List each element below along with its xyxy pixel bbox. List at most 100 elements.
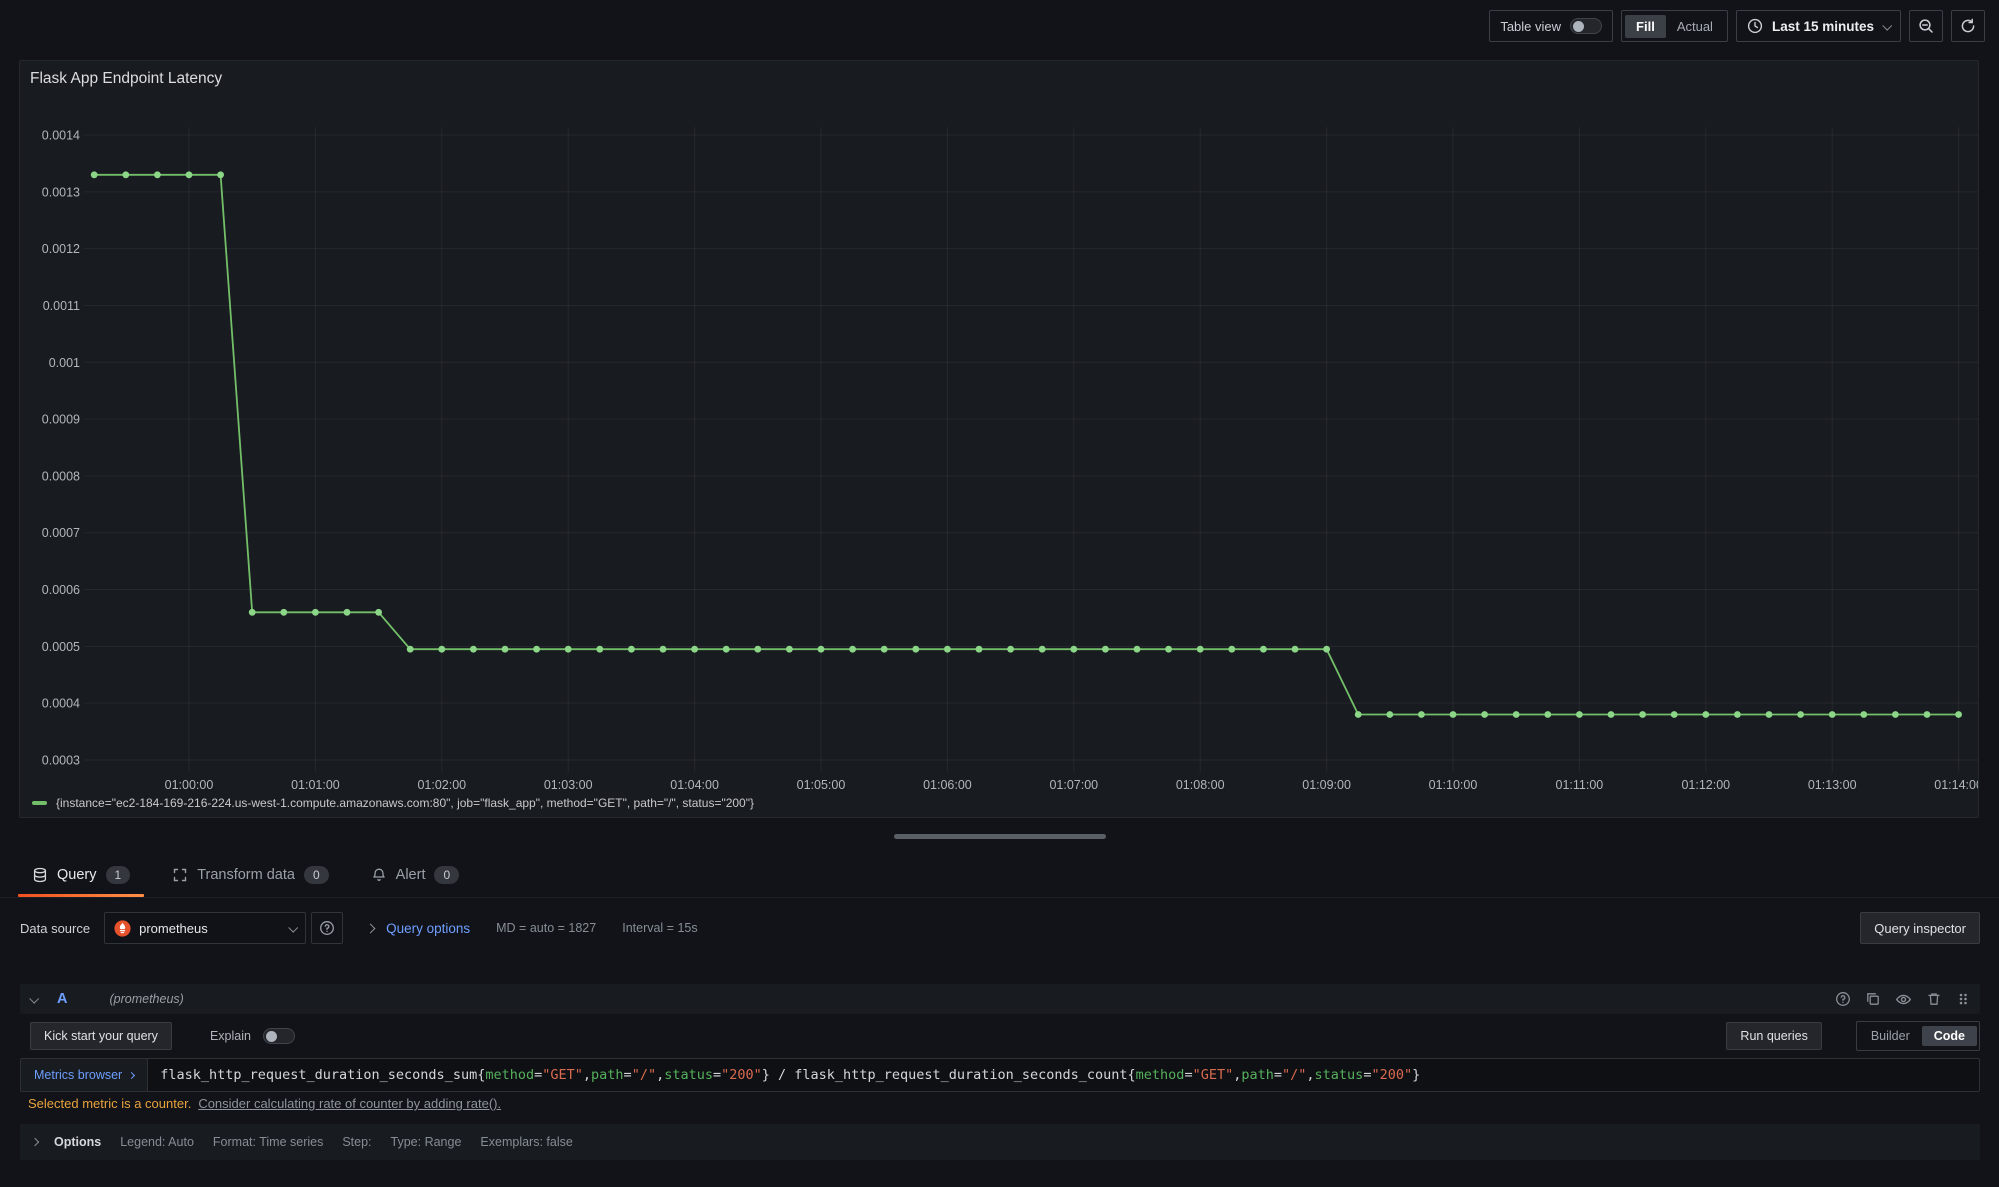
- svg-text:01:09:00: 01:09:00: [1302, 778, 1351, 792]
- datasource-help-button[interactable]: [311, 912, 343, 944]
- svg-text:01:11:00: 01:11:00: [1556, 778, 1604, 792]
- query-row-actions: [1835, 991, 1970, 1008]
- query-options-row[interactable]: Options Legend: Auto Format: Time series…: [20, 1124, 1980, 1160]
- counter-warning-row: Selected metric is a counter. Consider c…: [28, 1096, 501, 1111]
- builder-code-group: Builder Code: [1856, 1021, 1980, 1051]
- options-exemplars: Exemplars: false: [480, 1135, 572, 1149]
- explain-toggle[interactable]: [263, 1028, 295, 1044]
- svg-text:01:01:00: 01:01:00: [291, 778, 340, 792]
- query-ref-datasource: (prometheus): [109, 992, 183, 1006]
- options-title: Options: [54, 1135, 101, 1149]
- magnifier-minus-icon: [1918, 18, 1934, 34]
- tab-transform-label: Transform data: [197, 867, 295, 883]
- datasource-select[interactable]: prometheus: [104, 912, 306, 944]
- fill-actual-group: Fill Actual: [1621, 10, 1728, 42]
- toggle-knob: [266, 1031, 277, 1042]
- svg-text:0.0014: 0.0014: [42, 129, 80, 143]
- svg-text:01:07:00: 01:07:00: [1049, 778, 1098, 792]
- legend-series[interactable]: {instance="ec2-184-169-216-224.us-west-1…: [32, 796, 754, 810]
- latency-panel: Flask App Endpoint Latency 0.0014 0.0013 0…: [19, 60, 1979, 818]
- svg-text:0.0003: 0.0003: [42, 754, 80, 768]
- options-summary: Legend: Auto Format: Time series Step: T…: [120, 1135, 573, 1149]
- tab-alert[interactable]: Alert 0: [357, 852, 474, 897]
- query-ref-id[interactable]: A: [57, 991, 67, 1007]
- table-view-group: Table view: [1489, 10, 1613, 42]
- zoom-out-button[interactable]: [1909, 10, 1943, 42]
- prometheus-icon: [114, 920, 131, 937]
- time-range-picker[interactable]: Last 15 minutes: [1736, 10, 1901, 42]
- query-ref-row: A (prometheus): [20, 984, 1980, 1014]
- panel-title: Flask App Endpoint Latency: [30, 70, 222, 88]
- actual-button[interactable]: Actual: [1666, 15, 1724, 38]
- promql-query: flask_http_request_duration_seconds_sum{…: [160, 1067, 1420, 1083]
- refresh-button[interactable]: [1951, 10, 1985, 42]
- legend-swatch: [32, 801, 47, 805]
- add-rate-link[interactable]: Consider calculating rate of counter by …: [198, 1096, 501, 1111]
- bell-icon: [371, 867, 387, 883]
- time-range-label: Last 15 minutes: [1772, 19, 1874, 34]
- transform-icon: [172, 867, 188, 883]
- svg-text:0.0013: 0.0013: [42, 185, 80, 199]
- options-legend: Legend: Auto: [120, 1135, 194, 1149]
- editor-splitter-handle[interactable]: [894, 834, 1106, 839]
- legend-label: {instance="ec2-184-169-216-224.us-west-1…: [56, 796, 754, 810]
- interval-text: Interval = 15s: [622, 921, 697, 935]
- promql-editor-row: Metrics browser flask_http_request_durat…: [20, 1058, 1980, 1092]
- svg-text:0.001: 0.001: [49, 356, 80, 370]
- svg-text:01:04:00: 01:04:00: [670, 778, 719, 792]
- tab-alert-badge: 0: [434, 866, 459, 884]
- query-inspector-button[interactable]: Query inspector: [1860, 912, 1980, 944]
- svg-text:01:13:00: 01:13:00: [1808, 778, 1857, 792]
- editor-tabs: Query 1 Transform data 0 Alert 0: [0, 852, 1999, 898]
- question-circle-icon: [319, 920, 335, 936]
- options-step: Step:: [342, 1135, 371, 1149]
- tab-query-badge: 1: [106, 866, 131, 884]
- chevron-right-icon[interactable]: [366, 923, 376, 933]
- table-view-label: Table view: [1500, 19, 1561, 34]
- warning-text: Selected metric is a counter.: [28, 1096, 191, 1111]
- tab-transform-data[interactable]: Transform data 0: [158, 852, 342, 897]
- svg-text:0.0009: 0.0009: [42, 413, 80, 427]
- collapse-query-icon[interactable]: [29, 993, 39, 1003]
- refresh-icon: [1960, 18, 1976, 34]
- builder-button[interactable]: Builder: [1859, 1026, 1922, 1046]
- run-queries-button[interactable]: Run queries: [1726, 1022, 1821, 1050]
- kick-start-query-button[interactable]: Kick start your query: [30, 1022, 172, 1050]
- explain-label: Explain: [210, 1029, 251, 1043]
- query-options-link[interactable]: Query options: [386, 921, 470, 936]
- chevron-right-icon: [31, 1138, 39, 1146]
- toggle-knob: [1573, 21, 1584, 32]
- promql-query-input[interactable]: flask_http_request_duration_seconds_sum{…: [148, 1059, 1979, 1091]
- panel-editor-toolbar: Table view Fill Actual Last 15 minutes: [1489, 10, 1985, 42]
- svg-text:01:14:00: 01:14:00: [1934, 778, 1978, 792]
- svg-text:0.0005: 0.0005: [42, 640, 80, 654]
- delete-query-icon[interactable]: [1926, 991, 1942, 1007]
- svg-text:01:06:00: 01:06:00: [923, 778, 972, 792]
- tab-query-label: Query: [57, 867, 97, 883]
- svg-text:01:03:00: 01:03:00: [544, 778, 593, 792]
- clock-icon: [1747, 18, 1763, 34]
- svg-text:0.0011: 0.0011: [43, 299, 80, 313]
- database-icon: [32, 867, 48, 883]
- fill-button[interactable]: Fill: [1625, 15, 1666, 38]
- svg-text:01:05:00: 01:05:00: [797, 778, 846, 792]
- query-help-icon[interactable]: [1835, 991, 1851, 1007]
- query-toolbar-row: Kick start your query Explain Run querie…: [20, 1021, 1980, 1051]
- latency-chart[interactable]: 0.00140.00130.00120.00110.0010.00090.000…: [20, 95, 1978, 795]
- code-button[interactable]: Code: [1922, 1026, 1977, 1046]
- drag-handle-icon[interactable]: [1956, 991, 1970, 1007]
- tab-query[interactable]: Query 1: [18, 852, 144, 897]
- datasource-label: Data source: [20, 921, 90, 936]
- tab-alert-label: Alert: [396, 867, 426, 883]
- svg-text:01:10:00: 01:10:00: [1429, 778, 1478, 792]
- toggle-visibility-icon[interactable]: [1895, 991, 1912, 1008]
- options-format: Format: Time series: [213, 1135, 323, 1149]
- chevron-right-icon: [128, 1071, 135, 1078]
- table-view-toggle[interactable]: [1570, 18, 1602, 34]
- duplicate-query-icon[interactable]: [1865, 991, 1881, 1007]
- query-toolbar-right: Run queries Builder Code: [1726, 1021, 1980, 1051]
- svg-text:01:12:00: 01:12:00: [1681, 778, 1730, 792]
- max-data-points-text: MD = auto = 1827: [496, 921, 596, 935]
- tab-transform-badge: 0: [304, 866, 329, 884]
- metrics-browser-button[interactable]: Metrics browser: [21, 1059, 148, 1091]
